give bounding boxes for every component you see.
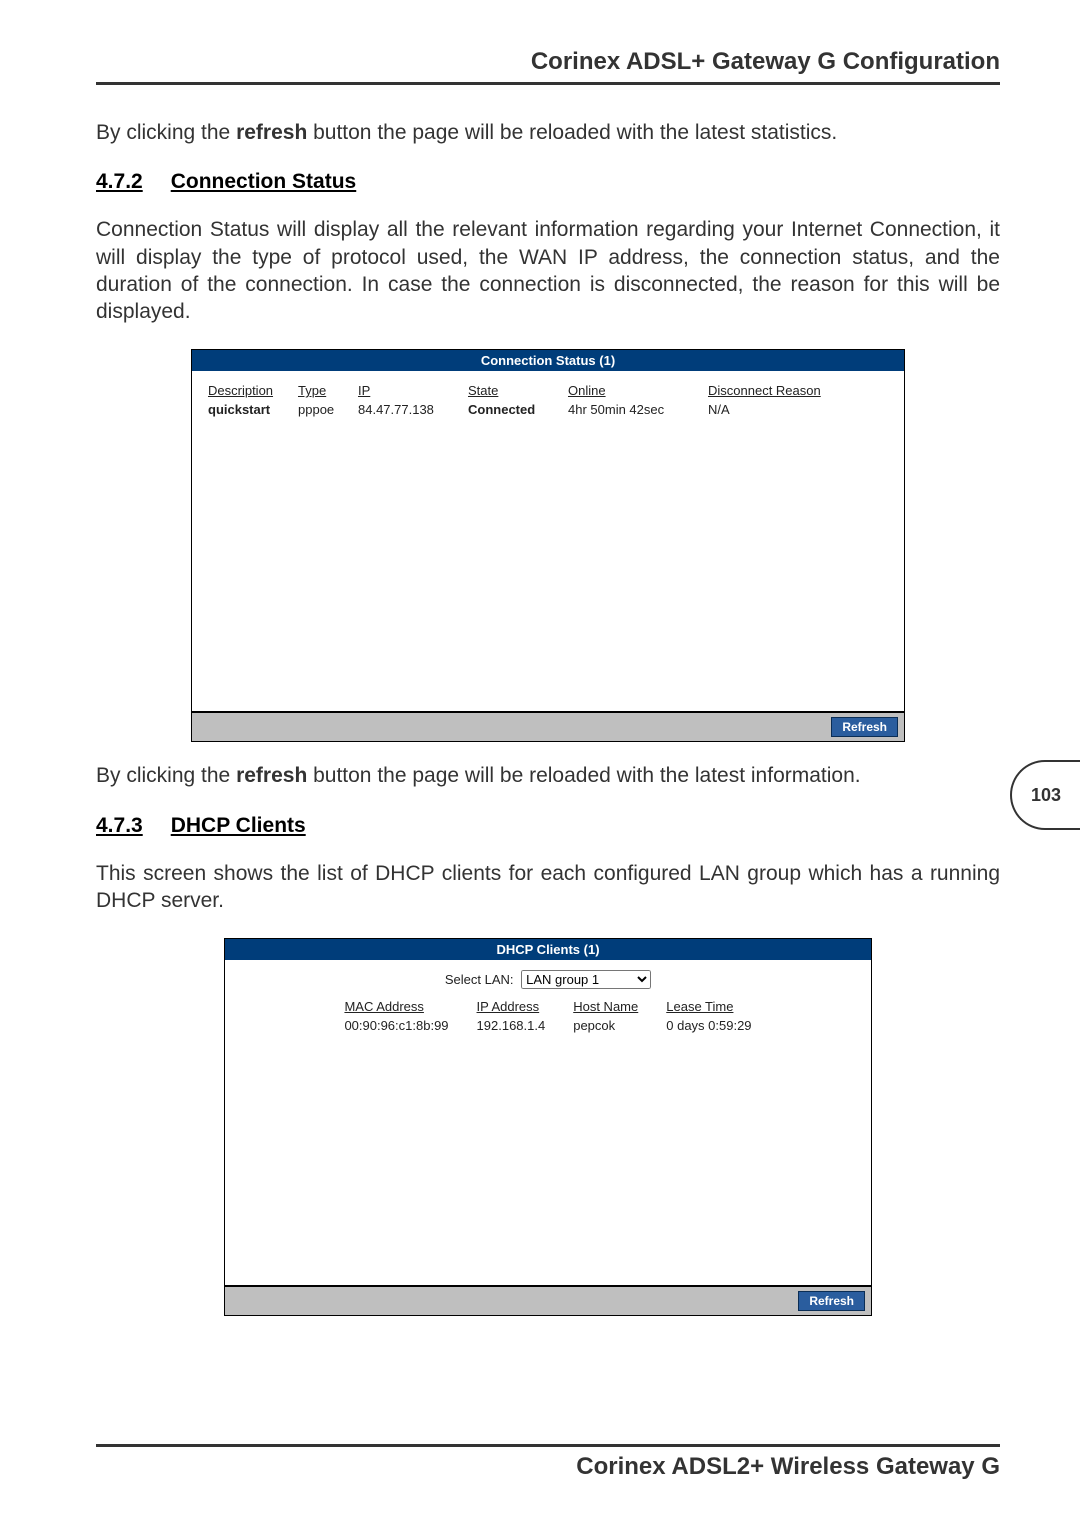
cell-online: 4hr 50min 42sec (564, 400, 704, 419)
connection-status-panel-title: Connection Status (1) (192, 350, 904, 371)
cell-lease-time: 0 days 0:59:29 (652, 1016, 765, 1035)
section-title: DHCP Clients (171, 814, 306, 837)
footer-divider (96, 1444, 1000, 1447)
cell-mac-address: 00:90:96:c1:8b:99 (330, 1016, 462, 1035)
dhcp-clients-panel-title: DHCP Clients (1) (225, 939, 871, 960)
cell-ip-address: 192.168.1.4 (463, 1016, 560, 1035)
col-host-name: Host Name (559, 997, 652, 1016)
col-ip: IP (354, 381, 464, 400)
text: button the page will be reloaded with th… (307, 764, 860, 787)
connection-status-body: Description Type IP State Online Disconn… (192, 371, 904, 711)
cell-host-name: pepcok (559, 1016, 652, 1035)
select-lan-row: Select LAN: LAN group 1 (237, 970, 859, 989)
col-state: State (464, 381, 564, 400)
col-description: Description (204, 381, 294, 400)
cell-ip: 84.47.77.138 (354, 400, 464, 419)
cell-type: pppoe (294, 400, 354, 419)
section-title: Connection Status (171, 170, 357, 193)
col-mac-address: MAC Address (330, 997, 462, 1016)
text: By clicking the (96, 121, 236, 144)
section-heading-4-7-2: 4.7.2 Connection Status (96, 170, 1000, 194)
table-header-row: Description Type IP State Online Disconn… (204, 381, 892, 400)
table-row: quickstart pppoe 84.47.77.138 Connected … (204, 400, 892, 419)
col-type: Type (294, 381, 354, 400)
refresh-button[interactable]: Refresh (831, 717, 898, 737)
table-header-row: MAC Address IP Address Host Name Lease T… (330, 997, 765, 1016)
refresh-button[interactable]: Refresh (798, 1291, 865, 1311)
section-number: 4.7.2 (96, 170, 143, 193)
dhcp-clients-body: Select LAN: LAN group 1 MAC Address IP A… (225, 960, 871, 1285)
col-lease-time: Lease Time (652, 997, 765, 1016)
connection-status-footer: Refresh (191, 712, 905, 742)
text-bold-refresh: refresh (236, 121, 307, 144)
select-lan-label: Select LAN: (445, 972, 514, 987)
table-row: 00:90:96:c1:8b:99 192.168.1.4 pepcok 0 d… (330, 1016, 765, 1035)
col-online: Online (564, 381, 704, 400)
paragraph-refresh-info: By clicking the refresh button the page … (96, 762, 1000, 789)
cell-state: Connected (464, 400, 564, 419)
col-ip-address: IP Address (463, 997, 560, 1016)
page-footer: Corinex ADSL2+ Wireless Gateway G (96, 1444, 1000, 1481)
text: By clicking the (96, 764, 236, 787)
text: button the page will be reloaded with th… (307, 121, 837, 144)
dhcp-clients-footer: Refresh (224, 1286, 872, 1316)
dhcp-clients-panel: DHCP Clients (1) Select LAN: LAN group 1… (224, 938, 872, 1316)
connection-status-panel: Connection Status (1) Description Type I… (191, 349, 905, 742)
paragraph-connection-status: Connection Status will display all the r… (96, 216, 1000, 325)
cell-description: quickstart (204, 400, 294, 419)
paragraph-refresh-stats: By clicking the refresh button the page … (96, 119, 1000, 146)
dhcp-clients-table: MAC Address IP Address Host Name Lease T… (330, 997, 765, 1035)
page-number-tab: 103 (1010, 760, 1080, 830)
connection-status-table: Description Type IP State Online Disconn… (204, 381, 892, 419)
paragraph-dhcp-clients: This screen shows the list of DHCP clien… (96, 860, 1000, 915)
cell-disconnect-reason: N/A (704, 400, 892, 419)
section-heading-4-7-3: 4.7.3 DHCP Clients (96, 814, 1000, 838)
page-footer-title: Corinex ADSL2+ Wireless Gateway G (96, 1453, 1000, 1481)
select-lan-dropdown[interactable]: LAN group 1 (521, 970, 651, 989)
section-number: 4.7.3 (96, 814, 143, 837)
col-disconnect-reason: Disconnect Reason (704, 381, 892, 400)
header-divider (96, 82, 1000, 85)
text-bold-refresh: refresh (236, 764, 307, 787)
page-header-title: Corinex ADSL+ Gateway G Configuration (96, 48, 1000, 82)
